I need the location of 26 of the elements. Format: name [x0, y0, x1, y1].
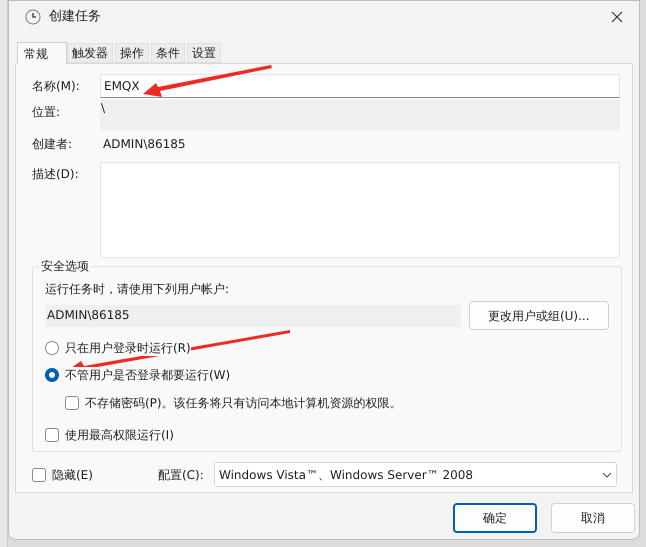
- option-label: 不管用户是否登录都要运行(W): [65, 367, 230, 383]
- tab[interactable]: 设置: [187, 43, 221, 63]
- option-label: 不存储密码(P)。该任务将只有访问本地计算机资源的权限。: [85, 395, 402, 411]
- account-prompt: 运行任务时，请使用下列用户帐户:: [45, 281, 230, 297]
- option-label: 只在用户登录时运行(R): [65, 340, 191, 356]
- field-label: 位置:: [32, 104, 62, 121]
- dialog-button[interactable]: 取消: [551, 503, 635, 533]
- change-user-button[interactable]: 更改用户或组(U)...: [468, 301, 609, 330]
- field-label: 描述(D):: [32, 166, 80, 183]
- tab[interactable]: 常规: [17, 42, 67, 64]
- location-field: \: [100, 100, 620, 130]
- group-title: 安全选项: [39, 258, 91, 274]
- field-label: 名称(M):: [32, 78, 81, 95]
- option-label: 使用最高权限运行(I): [65, 427, 174, 443]
- field-label: 配置(C):: [158, 466, 205, 482]
- window-title: 创建任务: [49, 9, 101, 25]
- tab[interactable]: 操作: [115, 43, 149, 63]
- tab[interactable]: 条件: [151, 43, 185, 63]
- field-label: 创建者:: [32, 136, 74, 153]
- input-field[interactable]: EMQX: [100, 74, 620, 98]
- account-field: ADMIN\86185: [45, 304, 460, 326]
- tab[interactable]: 触发器: [67, 43, 113, 63]
- config-dropdown[interactable]: Windows Vista™、Windows Server™ 2008: [214, 462, 617, 487]
- dialog-button[interactable]: 确定: [453, 503, 537, 533]
- option-label: 隐藏(E): [52, 466, 94, 482]
- creator-value: ADMIN\86185: [102, 136, 187, 153]
